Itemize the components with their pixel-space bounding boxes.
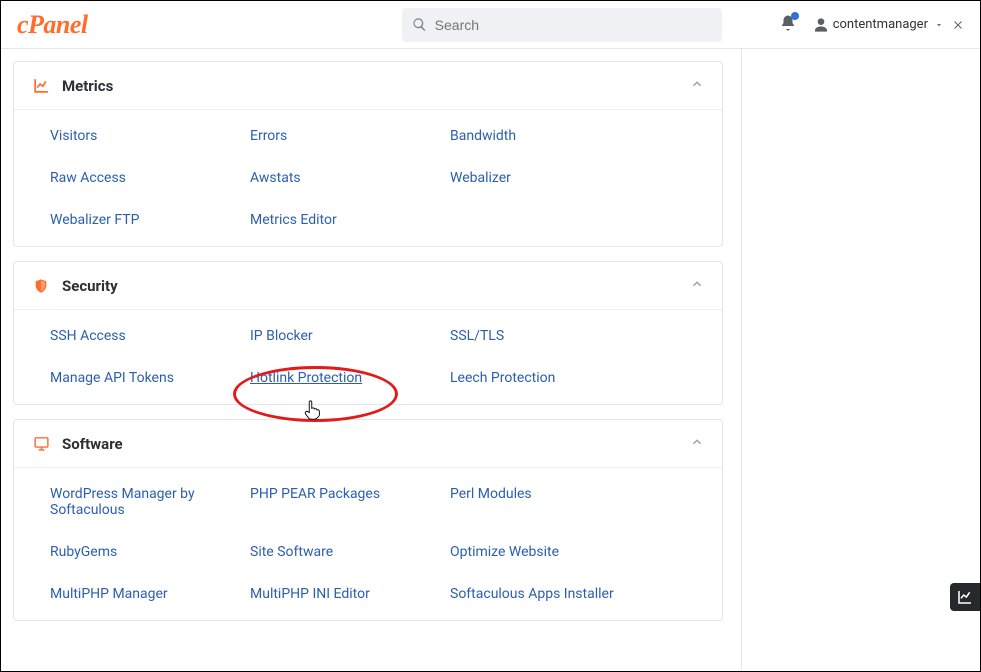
link-errors[interactable]: Errors [250,128,450,144]
link-webalizer[interactable]: Webalizer [450,170,650,186]
panel-title-security: Security [62,277,118,295]
link-metrics-editor[interactable]: Metrics Editor [250,212,450,228]
main: Metrics Visitors Errors Bandwidth Raw Ac… [1,49,980,671]
topbar: cPanel contentmanager [1,1,980,49]
link-rubygems[interactable]: RubyGems [50,544,250,560]
search-input[interactable] [435,17,712,33]
chevron-up-icon[interactable] [690,276,704,295]
software-icon [32,435,50,453]
link-wordpress-manager[interactable]: WordPress Manager by Softaculous [50,486,220,518]
link-leech-protection[interactable]: Leech Protection [450,370,650,386]
link-awstats[interactable]: Awstats [250,170,450,186]
panel-metrics: Metrics Visitors Errors Bandwidth Raw Ac… [13,61,723,247]
panel-title-software: Software [62,435,123,453]
username-label: contentmanager [833,17,928,32]
chevron-up-icon[interactable] [690,76,704,95]
right-sidebar [741,49,980,671]
search-icon [412,17,427,32]
chevron-up-icon[interactable] [690,434,704,453]
search-box[interactable] [402,8,722,42]
panel-security: Security SSH Access IP Blocker SSL/TLS M… [13,261,723,405]
link-ssh-access[interactable]: SSH Access [50,328,250,344]
link-visitors[interactable]: Visitors [50,128,250,144]
panel-header-software[interactable]: Software [14,420,722,468]
notifications-button[interactable] [779,14,797,36]
panel-header-security[interactable]: Security [14,262,722,310]
caret-down-icon [934,20,944,30]
user-menu[interactable]: contentmanager [813,17,964,33]
link-php-pear-packages[interactable]: PHP PEAR Packages [250,486,450,518]
panel-header-metrics[interactable]: Metrics [14,62,722,110]
panel-software: Software WordPress Manager by Softaculou… [13,419,723,621]
link-optimize-website[interactable]: Optimize Website [450,544,650,560]
stats-float-tab[interactable] [950,583,980,611]
link-multiphp-ini-editor[interactable]: MultiPHP INI Editor [250,586,450,602]
content: Metrics Visitors Errors Bandwidth Raw Ac… [1,49,741,671]
link-hotlink-protection[interactable]: Hotlink Protection [250,370,450,386]
link-manage-api-tokens[interactable]: Manage API Tokens [50,370,250,386]
link-ssl-tls[interactable]: SSL/TLS [450,328,650,344]
link-softaculous-apps-installer[interactable]: Softaculous Apps Installer [450,586,650,602]
user-icon [813,17,829,33]
metrics-icon [32,77,50,95]
close-icon[interactable] [952,19,964,31]
link-raw-access[interactable]: Raw Access [50,170,250,186]
chart-icon [957,589,973,605]
cpanel-logo[interactable]: cPanel [17,10,88,40]
link-bandwidth[interactable]: Bandwidth [450,128,650,144]
link-webalizer-ftp[interactable]: Webalizer FTP [50,212,250,228]
link-ip-blocker[interactable]: IP Blocker [250,328,450,344]
link-site-software[interactable]: Site Software [250,544,450,560]
link-perl-modules[interactable]: Perl Modules [450,486,650,518]
link-multiphp-manager[interactable]: MultiPHP Manager [50,586,250,602]
notification-dot [791,12,799,20]
panel-title-metrics: Metrics [62,77,113,95]
security-icon [32,277,50,295]
